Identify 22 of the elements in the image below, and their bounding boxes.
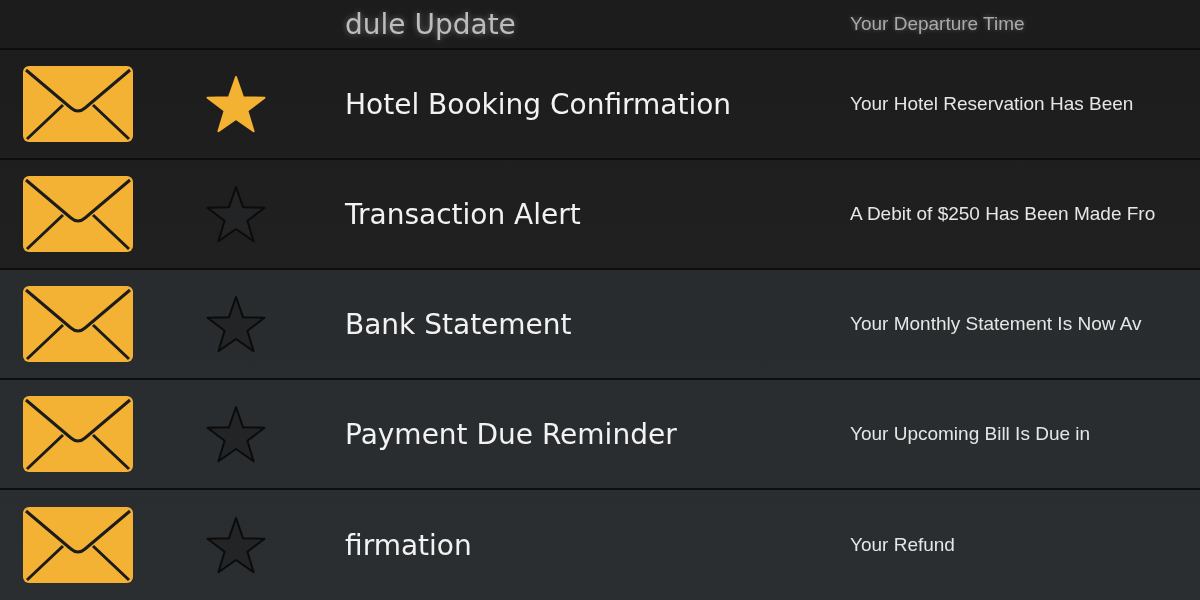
email-subject: Transaction Alert [345,197,582,231]
envelope-icon [22,65,134,143]
star-icon[interactable] [204,403,268,465]
email-subject: Payment Due Reminder [345,417,678,451]
envelope-icon [22,285,134,363]
envelope-icon [22,395,134,473]
star-icon[interactable] [204,293,268,355]
email-subject: dule Update [345,7,517,41]
email-subject: Hotel Booking Confirmation [345,87,733,121]
email-preview: Your Hotel Reservation Has Been [850,93,1135,115]
email-subject: Bank Statement [345,307,573,341]
email-preview: Your Monthly Statement Is Now Av [850,313,1143,335]
email-preview: A Debit of $250 Has Been Made Fro [850,203,1157,225]
envelope-icon [22,175,134,253]
star-icon[interactable] [204,73,268,135]
email-preview: Your Upcoming Bill Is Due in [850,423,1092,445]
envelope-icon [22,506,134,584]
star-icon[interactable] [204,514,268,576]
star-icon[interactable] [204,183,268,245]
email-subject: firmation [345,528,473,562]
email-preview: Your Departure Time [850,13,1026,35]
email-preview: Your Refund [850,534,956,556]
